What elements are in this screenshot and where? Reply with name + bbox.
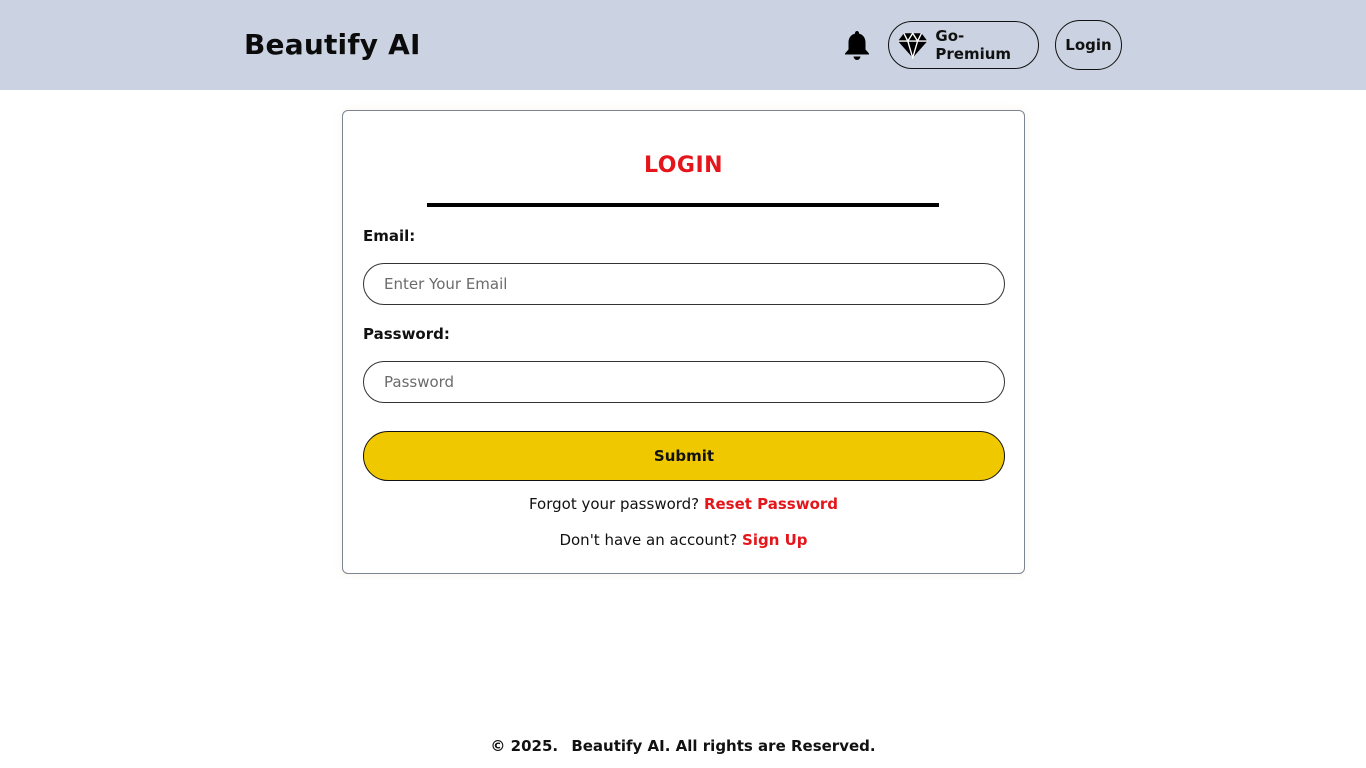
login-card: LOGIN Email: Password: Submit Forgot you… <box>342 110 1025 574</box>
go-premium-button[interactable]: Go-Premium <box>888 21 1039 69</box>
diamond-icon <box>897 31 928 59</box>
copyright-year: © 2025. <box>490 737 559 755</box>
forgot-password-text: Forgot your password? <box>528 495 700 513</box>
reset-password-link[interactable]: Reset Password <box>704 495 838 513</box>
copyright-text: Beautify AI. All rights are Reserved. <box>571 737 876 755</box>
submit-button[interactable]: Submit <box>363 431 1005 481</box>
login-title: LOGIN <box>643 153 724 178</box>
password-field[interactable] <box>363 361 1005 403</box>
header-login-button[interactable]: Login <box>1055 20 1122 70</box>
brand-logo[interactable]: Beautify AI <box>244 27 421 63</box>
email-label: Email: <box>363 227 416 245</box>
sign-up-link[interactable]: Sign Up <box>742 531 808 549</box>
signup-prompt-text: Don't have an account? <box>559 531 738 549</box>
top-navbar: Beautify AI Go-Premium Login <box>0 0 1366 90</box>
forgot-password-row: Forgot your password? Reset Password <box>343 495 1024 513</box>
go-premium-label: Go-Premium <box>935 27 1012 63</box>
email-field[interactable] <box>363 263 1005 305</box>
bell-icon[interactable] <box>842 29 872 61</box>
page-footer: © 2025. Beautify AI. All rights are Rese… <box>0 737 1366 755</box>
signup-row: Don't have an account? Sign Up <box>343 531 1024 549</box>
password-label: Password: <box>363 325 450 343</box>
title-divider <box>427 203 939 207</box>
